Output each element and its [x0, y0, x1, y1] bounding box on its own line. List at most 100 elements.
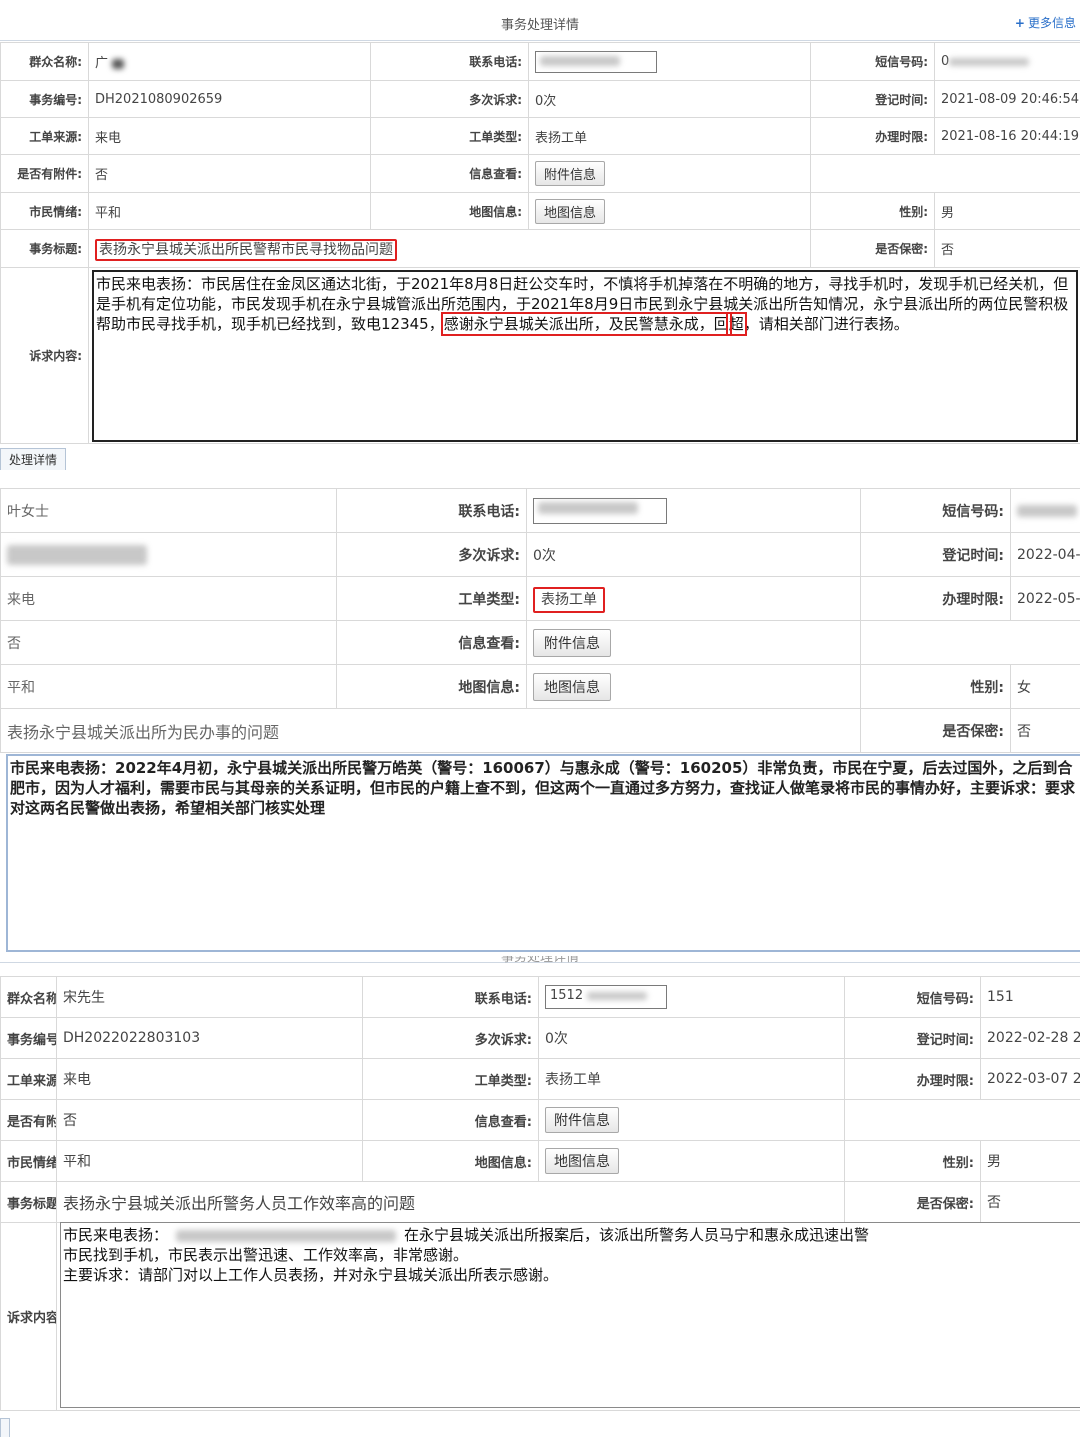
- deadline-label: 办理时限:: [810, 117, 935, 155]
- p2-source-value: 来电: [0, 576, 337, 621]
- p2-info-label: 信息查看:: [336, 620, 527, 665]
- gender-label: 性别:: [810, 192, 935, 230]
- p3-name-value: 宋先生: [56, 976, 363, 1018]
- p3-source-label: 工单来源:: [0, 1058, 57, 1100]
- source-label: 工单来源:: [0, 117, 89, 155]
- content-textarea-3[interactable]: 市民来电表扬： 在永宁县城关派出所报案后，该派出所警务人员马宁和惠永成迅速出警 市…: [60, 1222, 1080, 1408]
- p2-name-value: 叶女士: [0, 488, 337, 533]
- p3-phone-label: 联系电话:: [362, 976, 539, 1018]
- attachment-info-button[interactable]: 附件信息: [535, 161, 606, 186]
- p2-reg-value: 2022-04-: [1010, 532, 1080, 577]
- p3-sms-label: 短信号码:: [844, 976, 981, 1018]
- gender-value: 男: [934, 192, 1080, 230]
- content-highlight-1: 感谢永宁县城关派出所，及民警慧永成，回: [440, 312, 732, 336]
- content-label: 诉求内容:: [0, 267, 89, 444]
- subject-label: 事务标题:: [0, 229, 89, 268]
- p3-phone-field[interactable]: 1512: [545, 985, 667, 1009]
- p2-attachment-info-button[interactable]: 附件信息: [533, 628, 611, 657]
- p3-deadline-value: 2022-03-07 21: [980, 1058, 1080, 1100]
- panel-1-title: 事务处理详情: [500, 18, 579, 33]
- secret-value: 否: [934, 229, 1080, 268]
- p3-id-value: DH2022022803103: [56, 1017, 363, 1059]
- p3-map-info-button[interactable]: 地图信息: [545, 1148, 619, 1174]
- p2-map-info-button[interactable]: 地图信息: [533, 672, 611, 701]
- id-value: DH2021080902659: [88, 80, 371, 118]
- map-label: 地图信息:: [370, 192, 529, 230]
- p2-sms-label: 短信号码:: [860, 488, 1011, 533]
- tab-process-detail[interactable]: 处理详情: [0, 448, 67, 470]
- p2-gender-value: 女: [1010, 664, 1080, 709]
- p3-mood-value: 平和: [56, 1140, 363, 1182]
- p3-mood-label: 市民情绪:: [0, 1140, 57, 1182]
- p2-attach-value: 否: [0, 620, 337, 665]
- p3-multi-label: 多次诉求:: [362, 1017, 539, 1059]
- content-text-3d: 主要诉求：请部门对以上工作人员表扬，并对永宁县城关派出所表示感谢。: [63, 1266, 559, 1284]
- p2-subject-value: 表扬永宁县城关派出所为民办事的问题: [0, 708, 861, 753]
- deadline-value: 2021-08-16 20:44:19: [934, 117, 1080, 155]
- attach-label: 是否有附件:: [0, 154, 89, 193]
- p3-sms-value: 151: [980, 976, 1080, 1018]
- panel-3-titlebar: 事务处理详情: [0, 956, 1080, 965]
- subject-value: 表扬永宁县城关派出所民警帮市民寻找物品问题: [95, 238, 397, 261]
- p3-content-label: 诉求内容:: [0, 1222, 57, 1411]
- p3-id-label: 事务编号:: [0, 1017, 57, 1059]
- record-panel-3: 事务处理详情 群众名称: 宋先生 联系电话: 1512 短信号码: 151 事务…: [0, 956, 1080, 1439]
- p3-attach-value: 否: [56, 1099, 363, 1141]
- p2-multi-value: 0次: [526, 532, 861, 577]
- p3-subject-label: 事务标题:: [0, 1181, 57, 1223]
- panel-3-title: 事务处理详情: [500, 956, 579, 965]
- type-label: 工单类型:: [370, 117, 529, 155]
- p3-gender-value: 男: [980, 1140, 1080, 1182]
- p3-multi-value: 0次: [538, 1017, 845, 1059]
- phone-field[interactable]: [535, 50, 657, 73]
- p2-phone-field[interactable]: [533, 497, 667, 524]
- content-highlight-2: 超: [725, 312, 747, 336]
- p3-name-label: 群众名称:: [0, 976, 57, 1018]
- p2-mood-value: 平和: [0, 664, 337, 709]
- p3-source-value: 来电: [56, 1058, 363, 1100]
- p3-type-label: 工单类型:: [362, 1058, 539, 1100]
- content-text-1b: ，请相关部门进行表扬。: [743, 315, 909, 333]
- record-panel-2: 叶女士 联系电话: 短信号码: 多次诉求: 0次 登记时间: 2022-04- …: [0, 478, 1080, 952]
- p3-subject-value: 表扬永宁县城关派出所警务人员工作效率高的问题: [56, 1181, 845, 1223]
- content-text-3b: 在永宁县城关派出所报案后，该派出所警务人员马宁和惠永成迅速出警: [404, 1226, 870, 1244]
- content-textarea-1[interactable]: 市民来电表扬：市民居住在金凤区通达北街，于2021年8月8日赶公交车时，不慎将手…: [92, 270, 1078, 442]
- p2-reg-label: 登记时间:: [860, 532, 1011, 577]
- p3-reg-value: 2022-02-28 21: [980, 1017, 1080, 1059]
- p3-secret-value: 否: [980, 1181, 1080, 1223]
- mood-value: 平和: [88, 192, 371, 230]
- p3-type-value: 表扬工单: [538, 1058, 845, 1100]
- redacted-text: [176, 1229, 397, 1242]
- plus-icon: +: [1014, 16, 1025, 30]
- panel-1-titlebar: 事务处理详情 + 更多信息: [0, 0, 1080, 41]
- p2-gender-label: 性别:: [860, 664, 1011, 709]
- content-text-2: 市民来电表扬：2022年4月初，永宁县城关派出所民警万皓英（警号：160067）…: [10, 759, 1076, 817]
- p3-info-label: 信息查看:: [362, 1099, 539, 1141]
- p2-deadline-label: 办理时限:: [860, 576, 1011, 621]
- content-textarea-2[interactable]: 市民来电表扬：2022年4月初，永宁县城关派出所民警万皓英（警号：160067）…: [6, 754, 1080, 952]
- p2-map-label: 地图信息:: [336, 664, 527, 709]
- p2-secret-label: 是否保密:: [860, 708, 1011, 753]
- panel-2-detail-table: 叶女士 联系电话: 短信号码: 多次诉求: 0次 登记时间: 2022-04- …: [0, 488, 1080, 753]
- p2-multi-label: 多次诉求:: [336, 532, 527, 577]
- multi-label: 多次诉求:: [370, 80, 529, 118]
- p3-reg-label: 登记时间:: [844, 1017, 981, 1059]
- map-info-button[interactable]: 地图信息: [535, 198, 606, 224]
- record-panel-1: 事务处理详情 + 更多信息 群众名称: 广 联系电话: 短信号码: 0 事务编号:…: [0, 0, 1080, 470]
- name-value: 广: [88, 42, 371, 81]
- type-value: 表扬工单: [528, 117, 811, 155]
- name-label: 群众名称:: [0, 42, 89, 81]
- info-label: 信息查看:: [370, 154, 529, 193]
- panel-3-tab[interactable]: [0, 1418, 10, 1437]
- reg-value: 2021-08-09 20:46:54: [934, 80, 1080, 118]
- p2-id-value: [0, 532, 337, 577]
- p3-attachment-info-button[interactable]: 附件信息: [545, 1107, 619, 1133]
- multi-value: 0次: [528, 80, 811, 118]
- id-label: 事务编号:: [0, 80, 89, 118]
- more-info-link[interactable]: + 更多信息: [1015, 14, 1076, 31]
- sms-value: 0: [934, 42, 1080, 81]
- p2-deadline-value: 2022-05-: [1010, 576, 1080, 621]
- source-value: 来电: [88, 117, 371, 155]
- p2-secret-value: 否: [1010, 708, 1080, 753]
- p2-phone-label: 联系电话:: [336, 488, 527, 533]
